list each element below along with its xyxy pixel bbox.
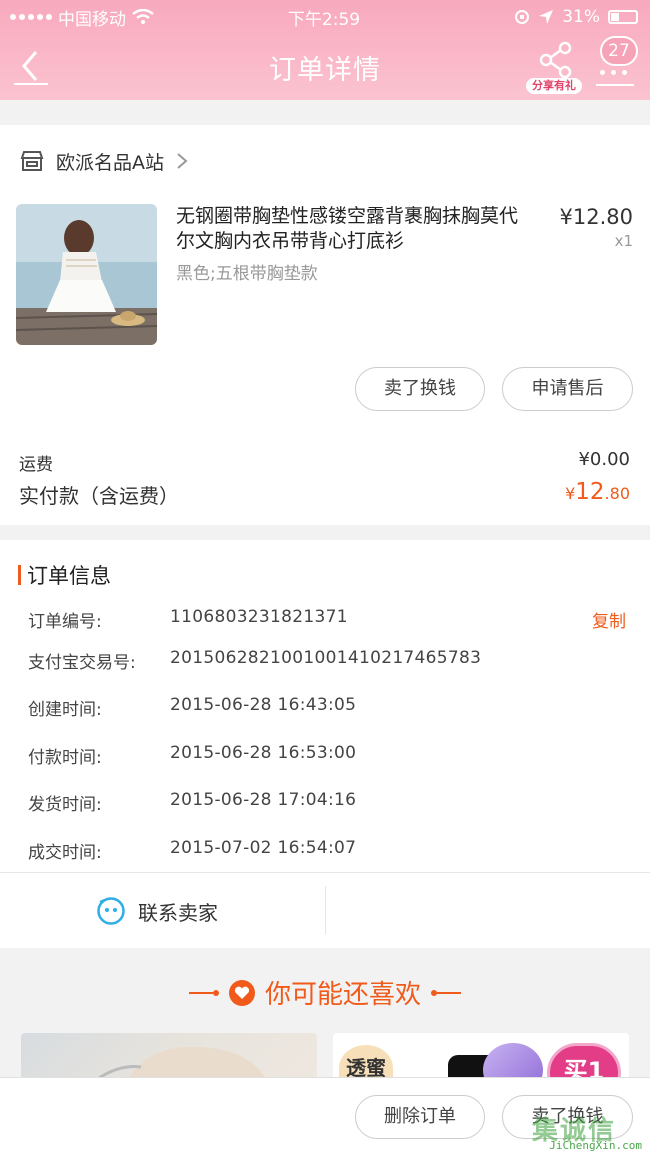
recommend-header: 你可能还喜欢 bbox=[0, 974, 650, 1011]
shipping-value: ¥0.00 bbox=[578, 449, 630, 470]
product-spec: 黑色;五根带胸垫款 bbox=[176, 264, 318, 284]
signal-icon bbox=[10, 14, 52, 20]
divider bbox=[0, 872, 650, 873]
more-icon bbox=[600, 70, 627, 75]
header: 中国移动 下午2:59 31% 订单详情 分享有礼 27 bbox=[0, 0, 650, 100]
recommend-title: 你可能还喜欢 bbox=[264, 980, 421, 1010]
info-label: 发货时间: bbox=[28, 795, 102, 815]
paid-time: 2015-06-28 16:53:00 bbox=[170, 743, 357, 763]
paid-decimal: .80 bbox=[604, 484, 630, 503]
shipped-time: 2015-06-28 17:04:16 bbox=[170, 790, 357, 810]
shop-name: 欧派名品A站 bbox=[56, 151, 164, 174]
nav-bar: 订单详情 分享有礼 27 bbox=[0, 36, 650, 100]
info-label: 成交时间: bbox=[28, 843, 102, 863]
order-number: 1106803231821371 bbox=[170, 607, 348, 627]
apply-after-sale-button[interactable]: 申请售后 bbox=[502, 367, 633, 411]
battery-icon bbox=[608, 10, 638, 24]
shop-row[interactable]: 欧派名品A站 bbox=[20, 148, 188, 174]
info-label: 支付宝交易号: bbox=[28, 653, 136, 673]
shipping-label: 运费 bbox=[19, 455, 53, 475]
share-label: 分享有礼 bbox=[526, 78, 582, 94]
watermark-url: JiChengXin.com bbox=[549, 1139, 642, 1152]
info-label: 订单编号: bbox=[28, 612, 102, 632]
battery-percent: 31% bbox=[562, 7, 600, 27]
status-bar: 中国移动 下午2:59 31% bbox=[10, 6, 638, 30]
chat-bubble-icon bbox=[97, 897, 125, 925]
info-label: 创建时间: bbox=[28, 700, 102, 720]
contact-seller-button[interactable]: 联系卖家 bbox=[96, 896, 218, 926]
location-icon bbox=[539, 10, 554, 24]
chevron-right-icon bbox=[177, 153, 188, 169]
watermark: 集诚信 JiChengXin.com bbox=[528, 1106, 650, 1155]
info-label: 付款时间: bbox=[28, 748, 102, 768]
product-image[interactable] bbox=[16, 204, 157, 345]
heart-icon bbox=[228, 979, 255, 1006]
product-quantity: x1 bbox=[614, 232, 633, 250]
more-button[interactable]: 27 bbox=[596, 36, 638, 90]
divider bbox=[325, 886, 326, 934]
rotation-lock-icon bbox=[515, 10, 530, 24]
paid-currency: ¥ bbox=[565, 484, 576, 503]
alipay-trade-number: 2015062821001001410217465783 bbox=[170, 648, 482, 668]
carrier: 中国移动 bbox=[58, 9, 126, 30]
order-info-title: 订单信息 bbox=[18, 560, 111, 590]
paid-amount: ¥12.80 bbox=[565, 479, 630, 505]
created-time: 2015-06-28 16:43:05 bbox=[170, 695, 357, 715]
shop-icon bbox=[20, 151, 44, 171]
order-info-title-text: 订单信息 bbox=[27, 564, 111, 588]
message-count-badge: 27 bbox=[600, 36, 638, 66]
share-icon bbox=[539, 41, 572, 79]
sell-for-cash-button[interactable]: 卖了换钱 bbox=[355, 367, 485, 411]
product-price: ¥12.80 bbox=[559, 205, 633, 229]
paid-integer: 12 bbox=[575, 479, 605, 505]
contact-seller-label: 联系卖家 bbox=[138, 900, 218, 925]
copy-button[interactable]: 复制 bbox=[592, 607, 626, 632]
delete-order-button[interactable]: 删除订单 bbox=[355, 1095, 485, 1139]
wifi-icon bbox=[132, 9, 154, 24]
paid-label: 实付款（含运费） bbox=[19, 484, 179, 508]
share-button[interactable]: 分享有礼 bbox=[526, 40, 582, 94]
product-title[interactable]: 无钢圈带胸垫性感镂空露背裹胸抹胸莫代尔文胸内衣吊带背心打底衫 bbox=[176, 204, 536, 254]
completed-time: 2015-07-02 16:54:07 bbox=[170, 838, 357, 858]
